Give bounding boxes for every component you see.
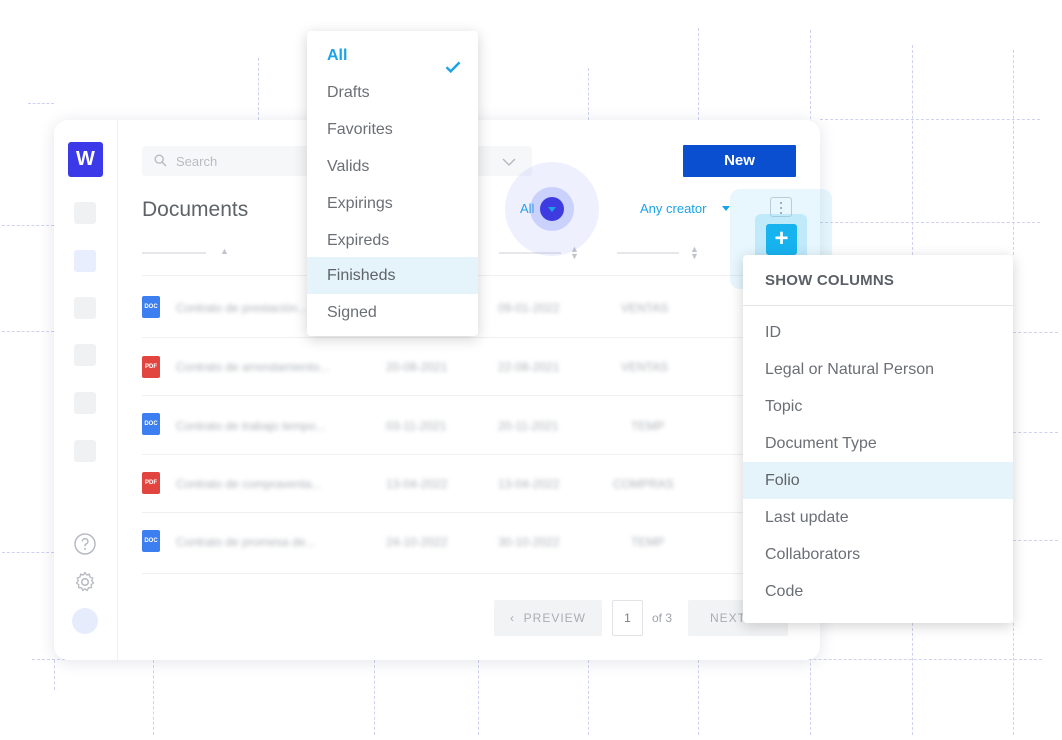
area: VENTAS: [621, 301, 669, 315]
table-divider: [142, 512, 812, 513]
area: VENTAS: [621, 360, 669, 374]
column-header-extra[interactable]: [617, 252, 679, 254]
area: COMPRAS: [613, 477, 674, 491]
gear-icon[interactable]: [73, 570, 97, 594]
document-name: Contrato de prestación...: [176, 301, 308, 315]
chevron-down-icon[interactable]: [502, 154, 516, 172]
page-title: Documents: [142, 198, 249, 221]
menu-item-drafts[interactable]: Drafts: [307, 74, 478, 111]
column-option-code[interactable]: Code: [743, 573, 1013, 610]
column-header-name[interactable]: [142, 252, 206, 254]
sort-icon[interactable]: ▲: [220, 247, 229, 256]
caret-down-icon[interactable]: [722, 206, 730, 211]
updated-date: 09-01-2022: [498, 301, 560, 315]
doc-file-icon: DOC: [142, 296, 160, 318]
menu-item-label: All: [327, 47, 348, 64]
page-count: of 3: [652, 611, 673, 625]
sidebar-item-2[interactable]: [74, 250, 96, 272]
menu-item-favorites[interactable]: Favorites: [307, 111, 478, 148]
pdf-file-icon: PDF: [142, 356, 160, 378]
updated-date: 20-11-2021: [498, 419, 559, 433]
status-filter-menu: All Drafts Favorites Valids Expirings Ex…: [307, 31, 478, 336]
column-option-topic[interactable]: Topic: [743, 388, 1013, 425]
created-date: 24-10-2022: [386, 535, 448, 549]
sidebar-item-5[interactable]: [74, 392, 96, 414]
document-name: Contrato de arrendamiento...: [176, 360, 330, 374]
sidebar: W: [54, 120, 118, 660]
table-divider: [142, 395, 812, 396]
pagination-previous-label: PREVIEW: [523, 611, 586, 625]
updated-date: 30-10-2022: [498, 535, 560, 549]
sort-icon[interactable]: ▲ ▼: [690, 245, 699, 261]
column-option-id[interactable]: ID: [743, 314, 1013, 351]
menu-item-expireds[interactable]: Expireds: [307, 222, 478, 259]
area: TEMP: [631, 419, 665, 433]
sidebar-item-6[interactable]: [74, 440, 96, 462]
created-date: 13-04-2022: [386, 477, 448, 491]
document-name: Contrato de trabajo tempo...: [176, 419, 326, 433]
document-name: Contrato de compraventa...: [176, 477, 322, 491]
created-date: 20-08-2021: [386, 360, 448, 374]
table-divider: [142, 454, 812, 455]
app-logo[interactable]: W: [68, 142, 103, 177]
column-option-document-type[interactable]: Document Type: [743, 425, 1013, 462]
menu-item-expirings[interactable]: Expirings: [307, 185, 478, 222]
pagination-previous-button[interactable]: ‹ PREVIEW: [494, 600, 602, 636]
sidebar-item-1[interactable]: [74, 202, 96, 224]
menu-item-signed[interactable]: Signed: [307, 294, 478, 331]
doc-file-icon: DOC: [142, 530, 160, 552]
document-name: Contrato de promesa de...: [176, 535, 316, 549]
column-option-last-update[interactable]: Last update: [743, 499, 1013, 536]
caret-down-icon: [548, 207, 556, 212]
creator-filter[interactable]: Any creator: [640, 201, 706, 216]
add-column-button[interactable]: +: [766, 224, 797, 255]
updated-date: 13-04-2022: [498, 477, 560, 491]
pagination-next-label: NEXT: [710, 611, 747, 625]
created-date: 03-11-2021: [386, 419, 447, 433]
column-option-folio[interactable]: Folio: [743, 462, 1013, 499]
search-placeholder: Search: [176, 154, 218, 169]
page-number-input[interactable]: 1: [612, 600, 643, 636]
chevron-left-icon: ‹: [509, 611, 524, 625]
updated-date: 22-08-2021: [498, 360, 560, 374]
avatar[interactable]: [72, 608, 98, 634]
pdf-file-icon: PDF: [142, 472, 160, 494]
table-divider: [142, 337, 812, 338]
sidebar-item-4[interactable]: [74, 344, 96, 366]
menu-item-finisheds[interactable]: Finisheds: [307, 257, 478, 294]
new-document-button[interactable]: New: [683, 145, 796, 177]
show-columns-menu: SHOW COLUMNS ID Legal or Natural Person …: [743, 255, 1013, 623]
column-option-person[interactable]: Legal or Natural Person: [743, 351, 1013, 388]
menu-item-valids[interactable]: Valids: [307, 148, 478, 185]
menu-item-all[interactable]: All: [307, 37, 478, 74]
show-columns-header: SHOW COLUMNS: [765, 272, 895, 289]
doc-file-icon: DOC: [142, 413, 160, 435]
table-divider: [142, 573, 812, 574]
divider: [743, 305, 1013, 306]
search-icon: [154, 154, 167, 172]
column-option-collaborators[interactable]: Collaborators: [743, 536, 1013, 573]
help-icon[interactable]: [73, 532, 97, 556]
status-dropdown-button[interactable]: [540, 197, 564, 221]
sidebar-item-3[interactable]: [74, 297, 96, 319]
area: TEMP: [631, 535, 665, 549]
